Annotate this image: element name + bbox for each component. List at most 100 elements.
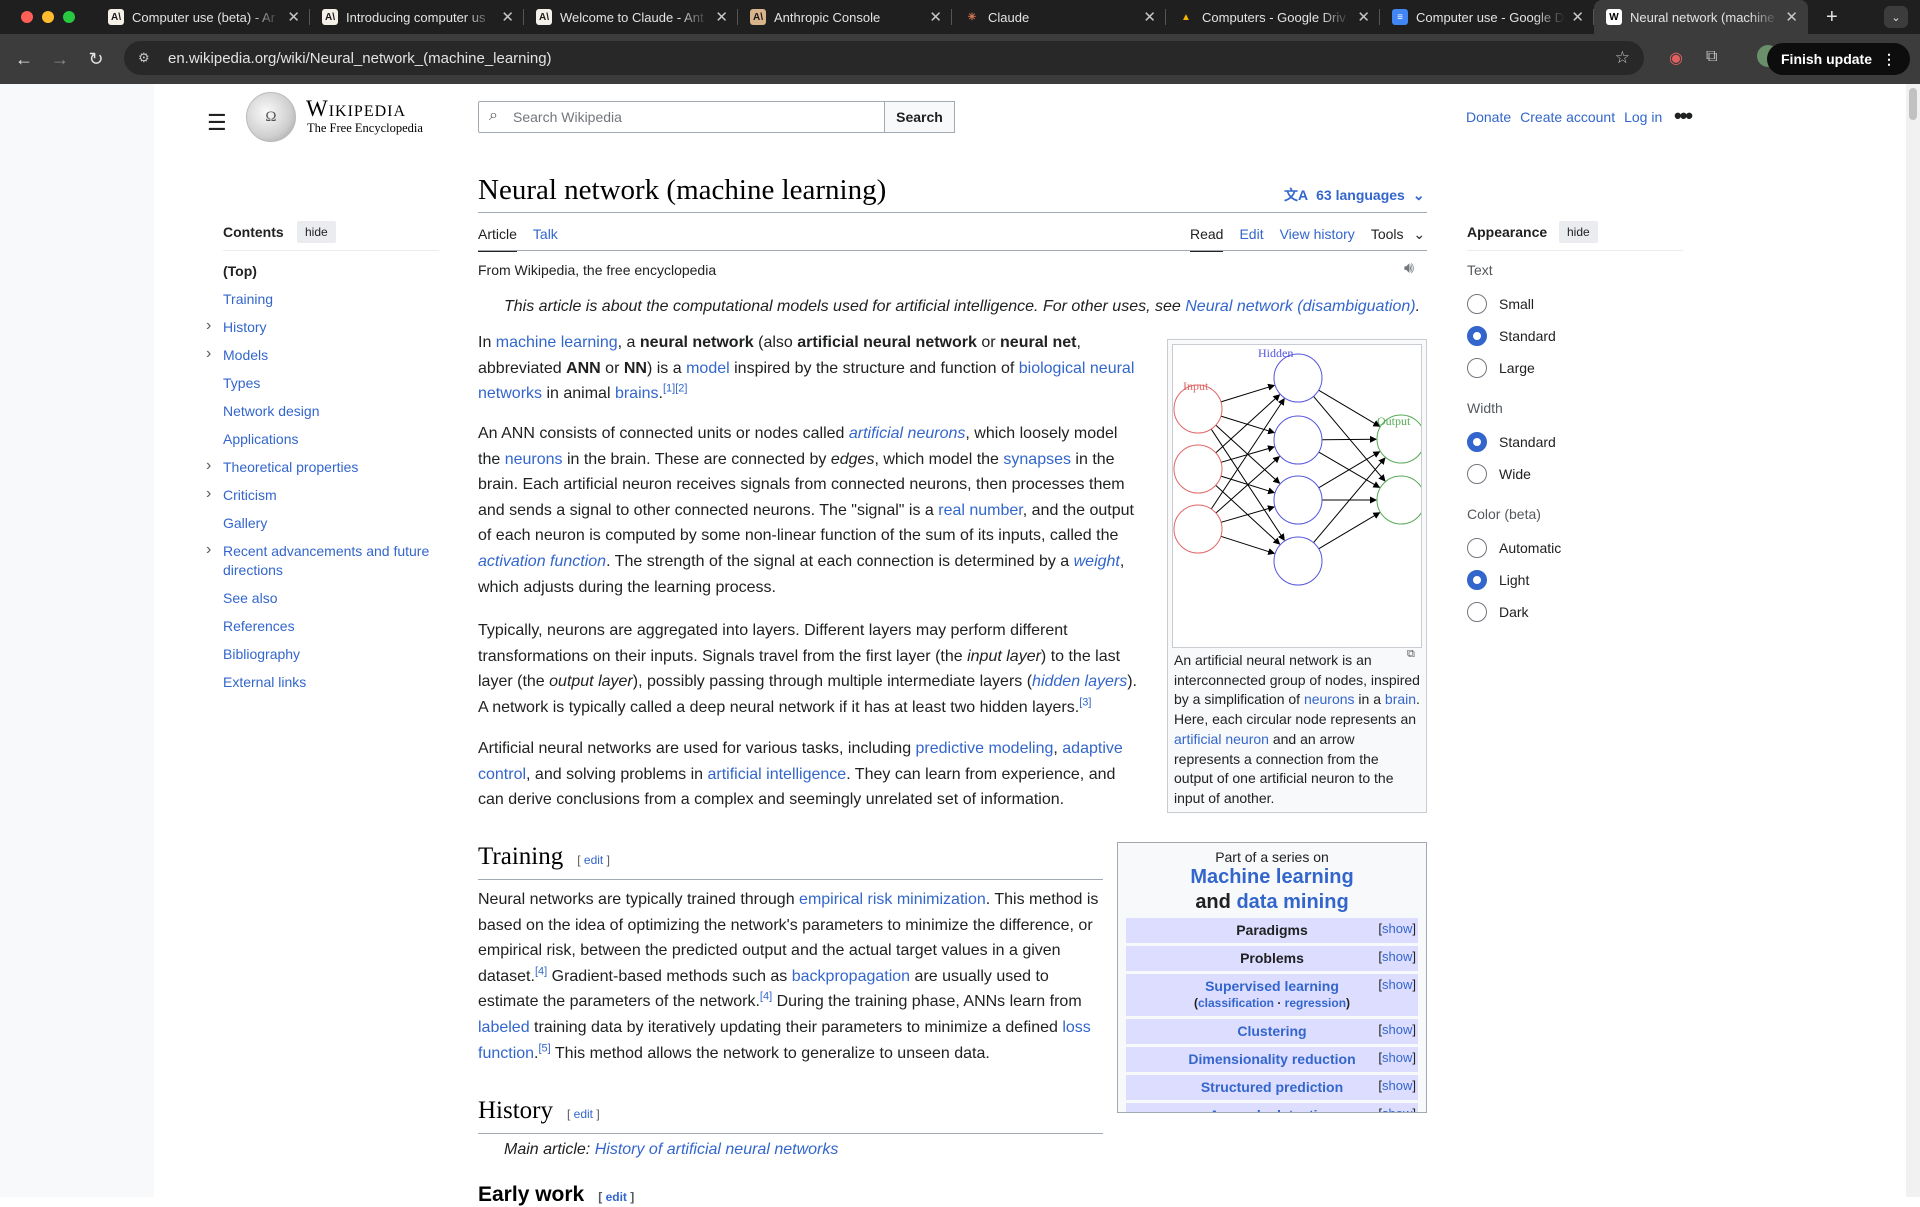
link-hidden-layers[interactable]: hidden layers xyxy=(1032,673,1127,690)
appearance-radio-standard[interactable]: Standard xyxy=(1467,432,1556,452)
radio-button[interactable] xyxy=(1467,538,1487,558)
ref-1[interactable]: [1][2] xyxy=(663,383,687,395)
search-input[interactable]: ⌕ Search Wikipedia xyxy=(478,101,885,133)
series-toggle-button[interactable]: [show] xyxy=(1378,948,1416,965)
link-empirical-risk-minimization[interactable]: empirical risk minimization xyxy=(799,891,986,908)
tab-edit[interactable]: Edit xyxy=(1239,226,1263,252)
search-button[interactable]: Search xyxy=(884,101,955,133)
record-extension-icon[interactable]: ◉ xyxy=(1669,48,1683,68)
toc-hide-button[interactable]: hide xyxy=(297,221,336,243)
new-tab-button[interactable]: + xyxy=(1826,6,1838,29)
series-toggle-button[interactable]: [show] xyxy=(1378,1021,1416,1038)
expand-chevron-icon[interactable]: › xyxy=(206,540,211,559)
link-brains[interactable]: brains xyxy=(615,385,659,402)
site-info-icon[interactable]: ⚙ xyxy=(138,50,154,66)
toggle-link[interactable]: show xyxy=(1382,1106,1412,1112)
link-synapses[interactable]: synapses xyxy=(1003,451,1071,468)
link-weight[interactable]: weight xyxy=(1074,553,1120,570)
toc-item[interactable]: › Recent advancements and future directio… xyxy=(206,541,433,580)
series-toggle-button[interactable]: [show] xyxy=(1378,1077,1416,1094)
ref-5[interactable]: [5] xyxy=(539,1042,551,1054)
link-regression[interactable]: regression xyxy=(1285,996,1346,1010)
appearance-radio-automatic[interactable]: Automatic xyxy=(1467,538,1561,558)
close-tab-icon[interactable]: ✕ xyxy=(1357,8,1370,26)
edit-early-work-link[interactable]: edit xyxy=(606,1190,627,1204)
link-loss-function[interactable]: loss function xyxy=(478,1019,1091,1062)
reload-icon[interactable]: ↻ xyxy=(82,49,110,70)
toggle-link[interactable]: show xyxy=(1382,1022,1412,1037)
expand-chevron-icon[interactable]: › xyxy=(206,344,211,363)
link-artificial-intelligence[interactable]: artificial intelligence xyxy=(707,766,846,783)
enlarge-icon[interactable]: ⧉ xyxy=(1407,648,1415,661)
edit-training-link[interactable]: edit xyxy=(584,853,603,867)
back-icon[interactable]: ← xyxy=(10,49,38,70)
close-window-button[interactable] xyxy=(21,11,33,23)
link-backpropagation[interactable]: backpropagation xyxy=(792,968,910,985)
address-bar[interactable]: ⚙ en.wikipedia.org/wiki/Neural_network_(… xyxy=(124,41,1644,75)
close-tab-icon[interactable]: ✕ xyxy=(929,8,942,26)
browser-tab[interactable]: A\ Introducing computer us ✕ xyxy=(310,0,524,34)
forward-icon[interactable]: → xyxy=(46,49,74,70)
close-tab-icon[interactable]: ✕ xyxy=(287,8,300,26)
series-row-label[interactable]: Structured prediction xyxy=(1201,1079,1343,1095)
toc-item[interactable]: Types xyxy=(223,374,433,393)
link-real-number[interactable]: real number xyxy=(938,502,1023,519)
appearance-radio-light[interactable]: Light xyxy=(1467,570,1529,590)
toc-item[interactable]: References xyxy=(223,617,433,636)
close-tab-icon[interactable]: ✕ xyxy=(1785,8,1798,26)
series-toggle-button[interactable]: [show] xyxy=(1378,920,1416,937)
tab-talk[interactable]: Talk xyxy=(533,226,558,252)
ref-4[interactable]: [4] xyxy=(535,965,547,977)
ref-3[interactable]: [3] xyxy=(1079,696,1091,708)
radio-button[interactable] xyxy=(1467,358,1487,378)
browser-tab[interactable]: ✳ Claude ✕ xyxy=(952,0,1166,34)
page-scrollbar[interactable] xyxy=(1906,84,1920,1197)
log-in-link[interactable]: Log in xyxy=(1624,109,1662,125)
appearance-radio-dark[interactable]: Dark xyxy=(1467,602,1529,622)
extensions-puzzle-icon[interactable]: ⧉ xyxy=(1706,48,1717,66)
toc-item[interactable]: › History xyxy=(206,317,433,337)
scrollbar-thumb[interactable] xyxy=(1909,88,1917,120)
series-row-label[interactable]: Dimensionality reduction xyxy=(1188,1051,1355,1067)
minimize-window-button[interactable] xyxy=(42,11,54,23)
toc-item[interactable]: › Models xyxy=(206,345,433,365)
browser-tab[interactable]: A\ Anthropic Console ✕ xyxy=(738,0,952,34)
wikipedia-globe-logo[interactable]: Ω xyxy=(246,92,296,142)
link-machine-learning[interactable]: machine learning xyxy=(496,334,618,351)
radio-button[interactable] xyxy=(1467,570,1487,590)
appearance-radio-wide[interactable]: Wide xyxy=(1467,464,1531,484)
close-tab-icon[interactable]: ✕ xyxy=(501,8,514,26)
series-toggle-button[interactable]: [show] xyxy=(1378,1105,1416,1112)
toc-item[interactable]: Bibliography xyxy=(223,645,433,664)
tab-article[interactable]: Article xyxy=(478,226,517,252)
link-neurons[interactable]: neurons xyxy=(505,451,563,468)
close-tab-icon[interactable]: ✕ xyxy=(1571,8,1584,26)
tab-view-history[interactable]: View history xyxy=(1280,226,1355,252)
toc-item[interactable]: Applications xyxy=(223,430,433,449)
appearance-hide-button[interactable]: hide xyxy=(1559,221,1598,243)
browser-tab[interactable]: A\ Welcome to Claude - Ant ✕ xyxy=(524,0,738,34)
toc-item[interactable]: External links xyxy=(223,673,433,692)
series-row-label[interactable]: Supervised learning xyxy=(1205,978,1339,994)
language-selector[interactable]: 文A 63 languages ⌄ xyxy=(1284,185,1425,205)
main-menu-icon[interactable]: ☰ xyxy=(207,110,227,136)
link-history-ann[interactable]: History of artificial neural networks xyxy=(595,1141,839,1158)
link-machine-learning-series[interactable]: Machine learning xyxy=(1190,866,1353,888)
toggle-link[interactable]: show xyxy=(1382,921,1412,936)
create-account-link[interactable]: Create account xyxy=(1520,109,1615,125)
edit-history-link[interactable]: edit xyxy=(574,1107,593,1121)
radio-button[interactable] xyxy=(1467,602,1487,622)
close-tab-icon[interactable]: ✕ xyxy=(1143,8,1156,26)
toc-item[interactable]: (Top) xyxy=(223,262,433,281)
tab-read[interactable]: Read xyxy=(1190,226,1224,252)
caption-link-neurons[interactable]: neurons xyxy=(1304,691,1355,707)
link-model[interactable]: model xyxy=(686,360,730,377)
link-artificial-neurons[interactable]: artificial neurons xyxy=(849,425,966,442)
toggle-link[interactable]: show xyxy=(1382,1050,1412,1065)
appearance-radio-small[interactable]: Small xyxy=(1467,294,1534,314)
link-classification[interactable]: classification xyxy=(1198,996,1274,1010)
radio-button[interactable] xyxy=(1467,326,1487,346)
toc-item[interactable]: Training xyxy=(223,290,433,309)
tab-search-icon[interactable]: ⌄ xyxy=(1884,6,1908,28)
browser-tab[interactable]: A\ Computer use (beta) - Ar ✕ xyxy=(96,0,310,34)
